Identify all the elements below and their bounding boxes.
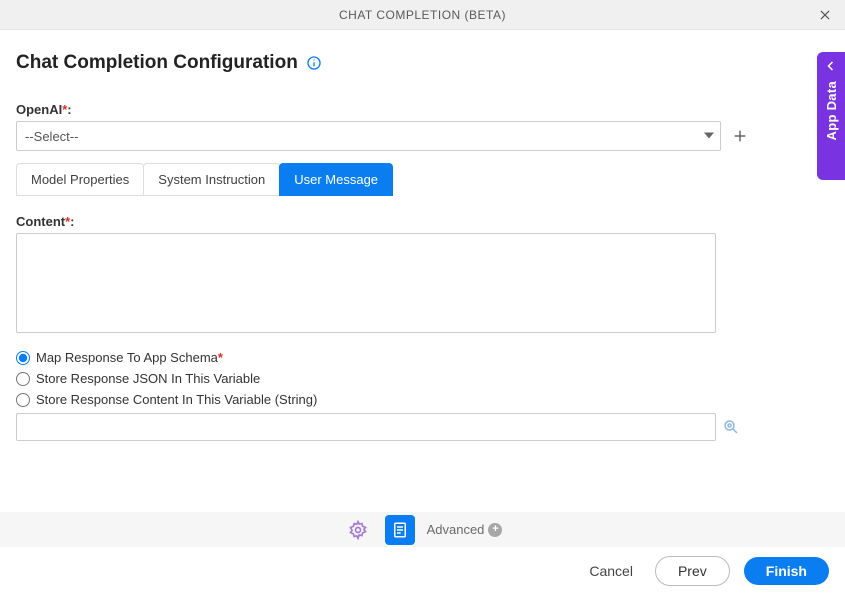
radio-map-schema[interactable] (16, 351, 30, 365)
variable-input[interactable] (16, 413, 716, 441)
tab-model-properties[interactable]: Model Properties (16, 163, 144, 196)
radio-map-schema-labeltext: Map Response To App Schema (36, 350, 218, 365)
content-textarea[interactable] (16, 233, 716, 333)
response-radio-group: Map Response To App Schema* Store Respon… (16, 350, 829, 407)
plus-circle-icon: + (488, 523, 502, 537)
openai-select-row: --Select-- (16, 121, 829, 151)
tab-user-message[interactable]: User Message (279, 163, 393, 196)
required-asterisk-3: * (218, 350, 223, 365)
bottom-toolbar: Advanced + (0, 512, 845, 547)
radio-store-json-label: Store Response JSON In This Variable (36, 371, 260, 386)
dialog-title: CHAT COMPLETION (BETA) (339, 8, 506, 22)
chevron-down-icon (704, 129, 714, 144)
gear-icon[interactable] (343, 515, 373, 545)
prev-button[interactable]: Prev (655, 556, 730, 586)
tab-system-instruction[interactable]: System Instruction (143, 163, 280, 196)
advanced-label-text: Advanced (427, 522, 485, 537)
info-icon[interactable] (306, 55, 322, 71)
form-icon[interactable] (385, 515, 415, 545)
add-openai-button[interactable] (731, 127, 749, 145)
tabs: Model Properties System Instruction User… (16, 163, 829, 196)
radio-store-content-label: Store Response Content In This Variable … (36, 392, 317, 407)
radio-store-json-row[interactable]: Store Response JSON In This Variable (16, 371, 829, 386)
radio-map-schema-label: Map Response To App Schema* (36, 350, 223, 365)
radio-store-json[interactable] (16, 372, 30, 386)
content-label-text: Content (16, 214, 65, 229)
openai-label-colon: : (67, 102, 71, 117)
openai-label-text: OpenAI (16, 102, 62, 117)
app-data-side-tab[interactable]: App Data (817, 52, 845, 180)
footer: Cancel Prev Finish (0, 547, 845, 595)
variable-input-row (16, 413, 829, 441)
openai-select[interactable]: --Select-- (16, 121, 721, 151)
app-data-label: App Data (824, 81, 839, 140)
dialog-header: CHAT COMPLETION (BETA) (0, 0, 845, 30)
advanced-toggle[interactable]: Advanced + (427, 522, 503, 537)
openai-label: OpenAI*: (16, 102, 829, 117)
radio-store-content-row[interactable]: Store Response Content In This Variable … (16, 392, 829, 407)
openai-select-value: --Select-- (25, 129, 78, 144)
content-label-colon: : (70, 214, 74, 229)
close-icon[interactable] (815, 5, 835, 25)
lookup-icon[interactable] (722, 418, 740, 436)
chevron-left-icon (825, 60, 837, 75)
radio-map-schema-row[interactable]: Map Response To App Schema* (16, 350, 829, 365)
main-content: Chat Completion Configuration OpenAI*: -… (0, 30, 845, 451)
title-row: Chat Completion Configuration (16, 52, 829, 74)
page-title: Chat Completion Configuration (16, 52, 298, 74)
finish-button[interactable]: Finish (744, 557, 829, 585)
cancel-button[interactable]: Cancel (581, 557, 641, 585)
radio-store-content[interactable] (16, 393, 30, 407)
content-label: Content*: (16, 214, 829, 229)
